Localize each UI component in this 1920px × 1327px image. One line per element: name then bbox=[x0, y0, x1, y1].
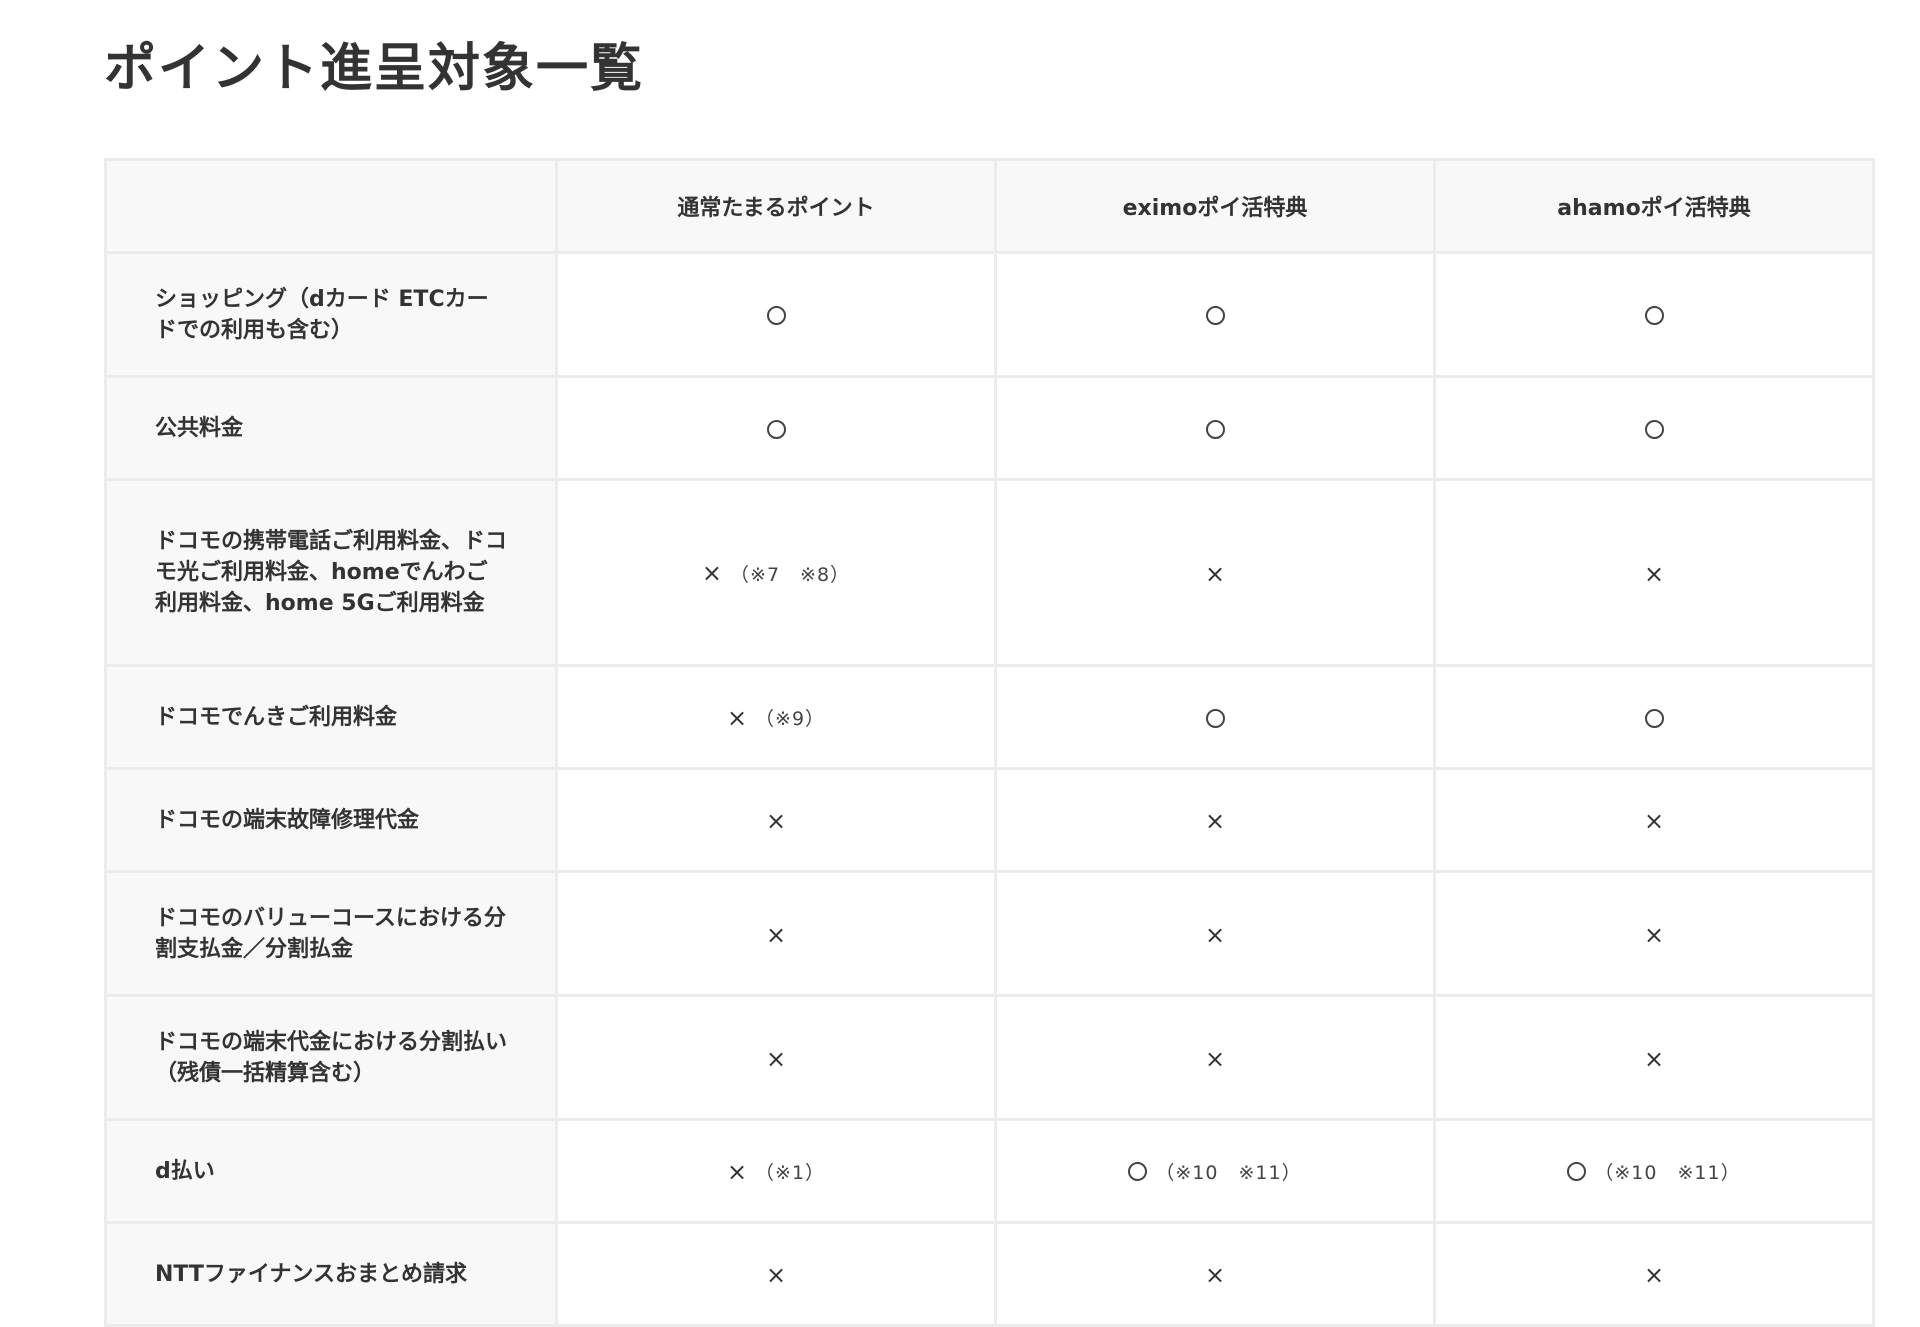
row-label-text: ドコモの携帯電話ご利用料金、ドコモ光ご利用料金、homeでんわご利用料金、hom… bbox=[155, 529, 508, 616]
points-table: 通常たまるポイント eximoポイ活特典 ahamoポイ活特典 ショッピング（d… bbox=[104, 158, 1875, 1327]
table-row: ドコモのバリューコースにおける分割支払金／分割払金 × × × bbox=[104, 870, 1875, 997]
cell-ahamo bbox=[1433, 251, 1875, 378]
cell-ahamo bbox=[1433, 375, 1875, 481]
row-label-text: d払い bbox=[155, 1158, 215, 1184]
row-label: ドコモのバリューコースにおける分割支払金／分割払金 bbox=[104, 870, 558, 997]
cell-note: （※1） bbox=[755, 1162, 826, 1185]
unavailable-cross-icon: × bbox=[765, 920, 787, 949]
available-circle-icon bbox=[1644, 708, 1664, 728]
row-label-text: ショッピング（dカード ETCカードでの利用も含む） bbox=[155, 286, 489, 343]
unavailable-cross-icon: × bbox=[1204, 559, 1226, 588]
cell-normal: × （※9） bbox=[555, 664, 997, 770]
table-row: d払い × （※1） （※10 ※11） （※10 ※11） bbox=[104, 1118, 1875, 1224]
table-row: ドコモの端末故障修理代金 × × × bbox=[104, 767, 1875, 873]
cell-eximo: × bbox=[994, 1221, 1436, 1327]
row-label-text: ドコモの端末代金における分割払い（残債一括精算含む） bbox=[155, 1029, 508, 1086]
row-label: 公共料金 bbox=[104, 375, 558, 481]
table-body: ショッピング（dカード ETCカードでの利用も含む） 公共料金ドコモの携帯電話ご利… bbox=[104, 251, 1875, 1327]
unavailable-cross-icon: × bbox=[1204, 1044, 1226, 1073]
table-row: NTTファイナンスおまとめ請求 × × × bbox=[104, 1221, 1875, 1327]
cell-eximo: × bbox=[994, 478, 1436, 667]
table-row: ドコモの端末代金における分割払い（残債一括精算含む） × × × bbox=[104, 994, 1875, 1121]
row-label: ドコモの端末代金における分割払い（残債一括精算含む） bbox=[104, 994, 558, 1121]
available-circle-icon bbox=[766, 419, 786, 439]
page-title: ポイント進呈対象一覧 bbox=[104, 39, 645, 99]
cell-normal: × bbox=[555, 767, 997, 873]
row-label-text: ドコモの端末故障修理代金 bbox=[155, 807, 420, 833]
available-circle-icon bbox=[1644, 306, 1664, 325]
available-circle-icon bbox=[1205, 708, 1225, 728]
row-label-text: ドコモでんきご利用料金 bbox=[155, 704, 398, 730]
cell-note: （※10 ※11） bbox=[1594, 1162, 1741, 1185]
unavailable-cross-icon: × bbox=[1643, 920, 1665, 949]
unavailable-cross-icon: × bbox=[1643, 1044, 1665, 1073]
cell-normal: × bbox=[555, 1221, 997, 1327]
row-label: NTTファイナンスおまとめ請求 bbox=[104, 1221, 558, 1327]
row-label-text: ドコモのバリューコースにおける分割支払金／分割払金 bbox=[155, 905, 506, 962]
cell-ahamo: × bbox=[1433, 767, 1875, 873]
unavailable-cross-icon: × bbox=[765, 807, 787, 835]
row-label: ドコモの端末故障修理代金 bbox=[104, 767, 558, 873]
unavailable-cross-icon: × bbox=[1643, 807, 1665, 835]
cell-normal: × bbox=[555, 870, 997, 997]
unavailable-cross-icon: × bbox=[1643, 559, 1665, 588]
cell-eximo: × bbox=[994, 767, 1436, 873]
unavailable-cross-icon: × bbox=[726, 703, 748, 732]
cell-normal: × （※1） bbox=[555, 1118, 997, 1224]
available-circle-icon bbox=[1205, 306, 1225, 325]
available-circle-icon bbox=[1128, 1162, 1148, 1182]
row-label: ドコモの携帯電話ご利用料金、ドコモ光ご利用料金、homeでんわご利用料金、hom… bbox=[104, 478, 558, 667]
cell-eximo: × bbox=[994, 994, 1436, 1121]
table-row: 公共料金 bbox=[104, 375, 1875, 481]
cell-eximo: （※10 ※11） bbox=[994, 1118, 1436, 1224]
row-label: ショッピング（dカード ETCカードでの利用も含む） bbox=[104, 251, 558, 378]
cell-ahamo: × bbox=[1433, 1221, 1875, 1327]
row-label-text: NTTファイナンスおまとめ請求 bbox=[155, 1261, 468, 1287]
cell-eximo bbox=[994, 375, 1436, 481]
cell-eximo: × bbox=[994, 870, 1436, 997]
unavailable-cross-icon: × bbox=[1204, 807, 1226, 835]
unavailable-cross-icon: × bbox=[726, 1157, 748, 1186]
cell-ahamo: × bbox=[1433, 478, 1875, 667]
unavailable-cross-icon: × bbox=[765, 1261, 787, 1289]
available-circle-icon bbox=[1644, 419, 1664, 439]
column-header-eximo: eximoポイ活特典 bbox=[994, 158, 1436, 254]
cell-normal: × （※7 ※8） bbox=[555, 478, 997, 667]
cell-normal bbox=[555, 251, 997, 378]
row-label: d払い bbox=[104, 1118, 558, 1224]
table-row: ショッピング（dカード ETCカードでの利用も含む） bbox=[104, 251, 1875, 378]
header-row: 通常たまるポイント eximoポイ活特典 ahamoポイ活特典 bbox=[104, 158, 1875, 254]
cell-note: （※10 ※11） bbox=[1155, 1162, 1302, 1185]
column-header-normal: 通常たまるポイント bbox=[555, 158, 997, 254]
available-circle-icon bbox=[1205, 419, 1225, 439]
unavailable-cross-icon: × bbox=[1204, 920, 1226, 949]
row-label: ドコモでんきご利用料金 bbox=[104, 664, 558, 770]
available-circle-icon bbox=[766, 306, 786, 325]
column-header-ahamo: ahamoポイ活特典 bbox=[1433, 158, 1875, 254]
row-label-text: 公共料金 bbox=[155, 415, 244, 441]
unavailable-cross-icon: × bbox=[1204, 1261, 1226, 1289]
cell-normal bbox=[555, 375, 997, 481]
available-circle-icon bbox=[1567, 1162, 1587, 1182]
cell-ahamo: × bbox=[1433, 994, 1875, 1121]
cell-normal: × bbox=[555, 994, 997, 1121]
cell-note: （※7 ※8） bbox=[730, 563, 851, 586]
unavailable-cross-icon: × bbox=[765, 1044, 787, 1073]
header-corner bbox=[104, 158, 558, 254]
unavailable-cross-icon: × bbox=[701, 559, 723, 588]
cell-ahamo: × bbox=[1433, 870, 1875, 997]
unavailable-cross-icon: × bbox=[1643, 1261, 1665, 1289]
cell-ahamo bbox=[1433, 664, 1875, 770]
table-row: ドコモでんきご利用料金 × （※9） bbox=[104, 664, 1875, 770]
cell-eximo bbox=[994, 251, 1436, 378]
cell-eximo bbox=[994, 664, 1436, 770]
cell-note: （※9） bbox=[755, 708, 826, 731]
table-row: ドコモの携帯電話ご利用料金、ドコモ光ご利用料金、homeでんわご利用料金、hom… bbox=[104, 478, 1875, 667]
cell-ahamo: （※10 ※11） bbox=[1433, 1118, 1875, 1224]
